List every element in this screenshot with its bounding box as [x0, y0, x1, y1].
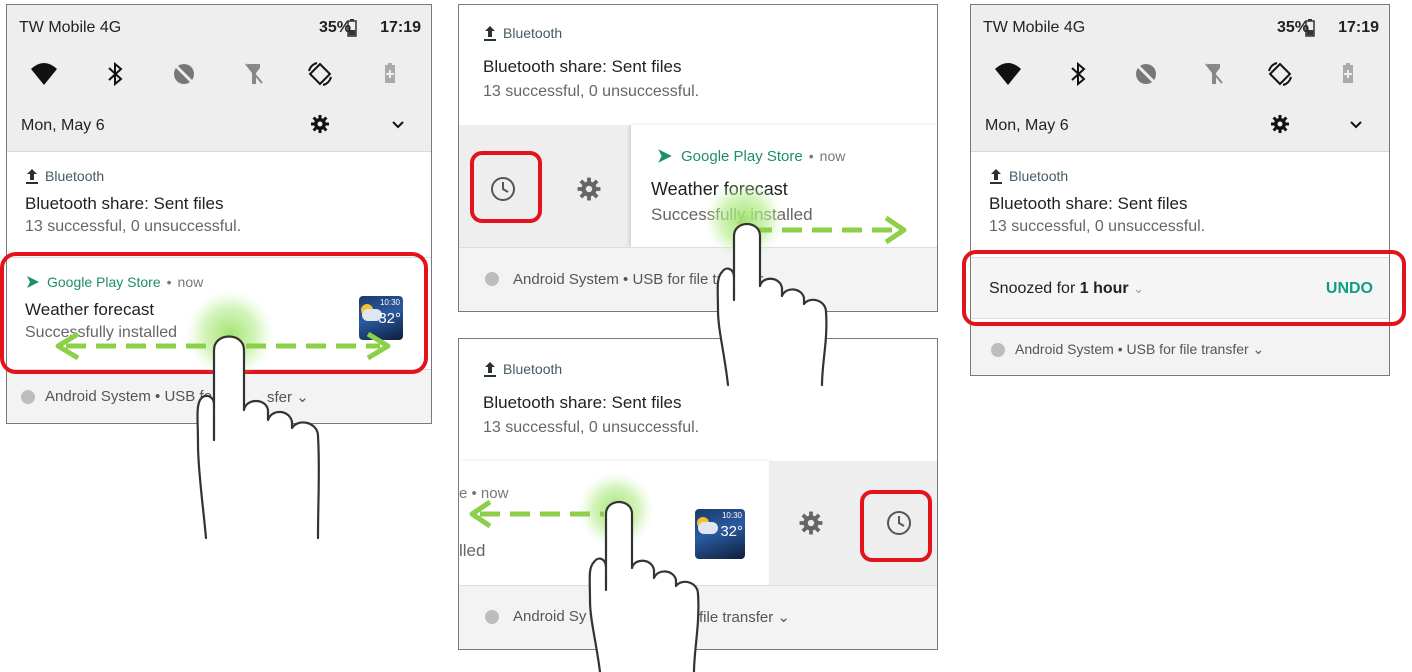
auto-rotate-icon[interactable]: [1265, 59, 1295, 89]
footer-text: Android System • USB for file transfer ⌄: [513, 271, 781, 288]
wifi-icon[interactable]: [29, 59, 59, 89]
bluetooth-title: Bluetooth share: Sent files: [483, 57, 682, 76]
battery-percent: 35%: [318, 19, 351, 36]
highlight-snoozed-row: [962, 250, 1406, 326]
bluetooth-icon[interactable]: [1063, 59, 1093, 89]
highlight-playstore-notification: [0, 252, 428, 374]
bluetooth-text: 13 successful, 0 unsuccessful.: [483, 419, 700, 436]
bluetooth-icon[interactable]: [100, 59, 130, 89]
thumb-temp: 32°: [720, 523, 743, 540]
auto-rotate-icon[interactable]: [305, 59, 335, 89]
dnd-icon[interactable]: [169, 59, 199, 89]
wifi-icon[interactable]: [993, 59, 1023, 89]
footer-text: Android System • USB for file transfer ⌄: [1015, 341, 1265, 357]
play-store-icon: [658, 149, 672, 163]
settings-gear-icon[interactable]: [1269, 113, 1291, 135]
footer-text-tail: sfer ⌄: [267, 389, 309, 406]
android-system-footer[interactable]: Android System • USB for file transfer ⌄: [971, 325, 1389, 375]
thumb-clock: 10:30: [721, 511, 742, 520]
bluetooth-notification[interactable]: Bluetooth Bluetooth share: Sent files 13…: [459, 339, 937, 459]
quick-settings-row: [971, 49, 1389, 99]
battery-saver-icon[interactable]: [1333, 59, 1363, 89]
chevron-down-icon[interactable]: [387, 113, 409, 135]
carrier-label: TW Mobile 4G: [983, 19, 1086, 36]
bluetooth-app-name: Bluetooth: [503, 25, 563, 41]
date-label: Mon, May 6: [985, 117, 1069, 134]
playstore-title: Weather forecast: [651, 179, 788, 199]
playstore-text-fragment: lled: [459, 541, 486, 560]
settings-gear-icon[interactable]: [309, 113, 331, 135]
bluetooth-text: 13 successful, 0 unsuccessful.: [483, 83, 700, 100]
playstore-notification-sliding[interactable]: e • now lled 10:30 32°: [459, 461, 769, 585]
android-system-footer[interactable]: Android Sy file transfer ⌄: [459, 585, 937, 649]
chevron-down-icon[interactable]: [1345, 113, 1367, 135]
highlight-snooze-icon-left: [470, 151, 542, 223]
date-label: Mon, May 6: [21, 117, 105, 134]
bluetooth-app-line: Bluetooth: [483, 25, 562, 41]
upload-icon: [484, 362, 496, 377]
bluetooth-notification[interactable]: Bluetooth Bluetooth share: Sent files 13…: [7, 152, 431, 248]
separator-dot: •: [808, 148, 814, 164]
bluetooth-app-line: Bluetooth: [25, 168, 104, 184]
bluetooth-title: Bluetooth share: Sent files: [25, 194, 224, 213]
notification-settings-gear-icon[interactable]: [797, 509, 825, 542]
playstore-text: Successfully installed: [651, 205, 813, 224]
footer-text: Android System • USB for: [45, 388, 217, 405]
dnd-icon[interactable]: [1131, 59, 1161, 89]
android-system-footer[interactable]: Android System • USB for sfer ⌄: [7, 369, 431, 423]
playstore-app-name: Google Play Store: [681, 147, 803, 165]
playstore-app-line-fragment: e • now: [459, 485, 508, 502]
bluetooth-app-line: Bluetooth: [483, 361, 562, 377]
bluetooth-app-line: Bluetooth: [989, 168, 1068, 184]
footer-text: Android Sy: [513, 608, 587, 625]
bluetooth-app-name: Bluetooth: [45, 168, 105, 184]
bluetooth-notification[interactable]: Bluetooth Bluetooth share: Sent files 13…: [971, 152, 1389, 250]
notification-settings-gear-icon[interactable]: [575, 175, 603, 208]
carrier-label: TW Mobile 4G: [19, 19, 122, 36]
playstore-notification-sliding[interactable]: Google Play Store • now Weather forecast…: [631, 125, 937, 247]
clock: 17:19: [1338, 19, 1379, 36]
android-system-icon: [991, 343, 1005, 357]
upload-icon: [484, 26, 496, 41]
playstore-app-fragment: e • now: [459, 485, 509, 502]
bluetooth-notification[interactable]: Bluetooth Bluetooth share: Sent files 13…: [459, 5, 937, 123]
highlight-snooze-icon-right: [860, 490, 932, 562]
weather-app-thumbnail: 10:30 32°: [695, 509, 745, 559]
bluetooth-title: Bluetooth share: Sent files: [483, 393, 682, 412]
android-system-footer[interactable]: Android System • USB for file transfer ⌄: [459, 247, 937, 311]
bluetooth-text: 13 successful, 0 unsuccessful.: [989, 218, 1206, 235]
upload-icon: [26, 169, 38, 184]
android-system-icon: [485, 272, 499, 286]
status-bar: TW Mobile 4G 35% 17:19: [971, 5, 1389, 49]
quick-settings-row: [7, 49, 431, 99]
notification-time: now: [819, 148, 846, 164]
android-system-icon: [485, 610, 499, 624]
bluetooth-title: Bluetooth share: Sent files: [989, 194, 1188, 213]
date-row: Mon, May 6: [7, 99, 431, 152]
upload-icon: [990, 169, 1002, 184]
cloud-icon: [698, 522, 718, 534]
battery-saver-icon[interactable]: [375, 59, 405, 89]
status-bar: TW Mobile 4G 35% 17:19: [7, 5, 431, 49]
clock: 17:19: [380, 19, 421, 36]
flashlight-off-icon[interactable]: [239, 59, 269, 89]
bluetooth-app-name: Bluetooth: [503, 361, 563, 377]
flashlight-off-icon[interactable]: [1199, 59, 1229, 89]
bluetooth-app-name: Bluetooth: [1009, 168, 1069, 184]
footer-text-tail: file transfer ⌄: [699, 609, 790, 626]
playstore-app-line: Google Play Store • now: [655, 147, 845, 165]
bluetooth-text: 13 successful, 0 unsuccessful.: [25, 218, 242, 235]
android-system-icon: [21, 390, 35, 404]
battery-percent: 35%: [1276, 19, 1309, 36]
date-row: Mon, May 6: [971, 99, 1389, 152]
